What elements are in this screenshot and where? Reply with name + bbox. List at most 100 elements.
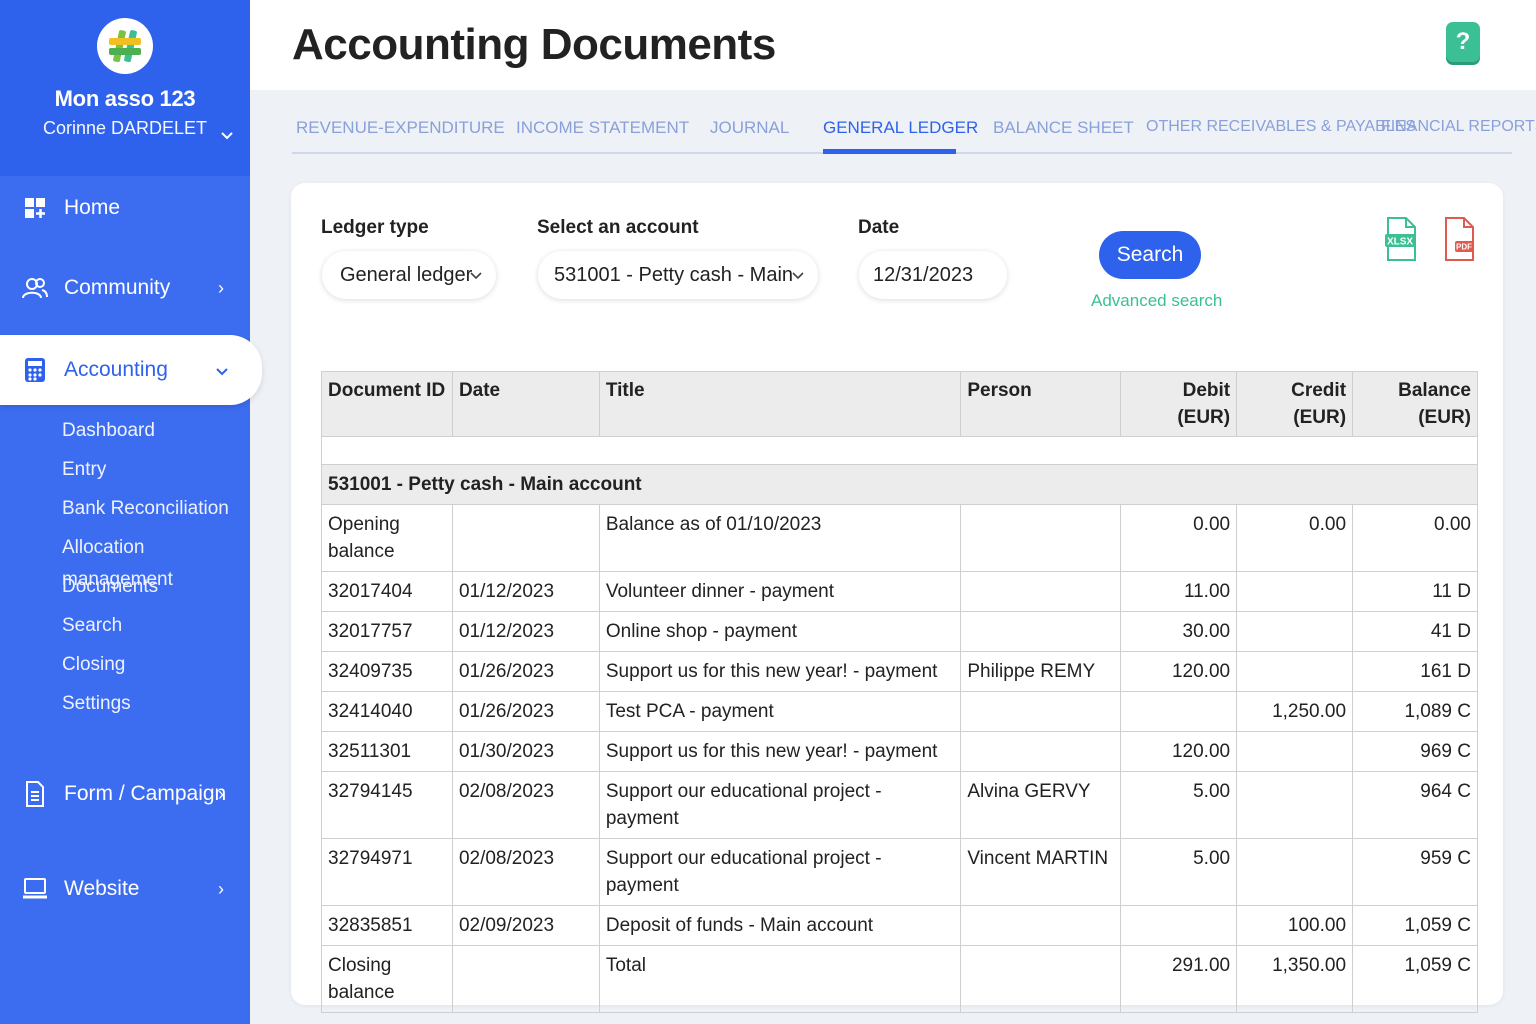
nav-website[interactable]: Website › bbox=[0, 857, 250, 921]
cell-title: Test PCA - payment bbox=[598, 691, 962, 732]
cell-debit: 120.00 bbox=[1120, 731, 1238, 772]
org-name: Mon asso 123 bbox=[54, 86, 196, 111]
cell-person bbox=[960, 611, 1122, 652]
tab-balance-sheet[interactable]: BALANCE SHEET bbox=[993, 118, 1134, 138]
active-tab-indicator bbox=[823, 149, 956, 154]
tab-income-statement[interactable]: INCOME STATEMENT bbox=[516, 118, 689, 138]
date-label: Date bbox=[858, 217, 900, 238]
table-row[interactable]: 32409735 01/26/2023 Support us for this ne… bbox=[321, 651, 1478, 692]
cell-credit bbox=[1236, 651, 1354, 692]
cell-document-id: 32511301 bbox=[321, 731, 453, 772]
cell-person: Philippe REMY bbox=[960, 651, 1122, 692]
chevron-down-icon bbox=[470, 268, 482, 283]
nav-form-campaign[interactable]: Form / Campaign › bbox=[0, 762, 250, 826]
ledger-card: Ledger type General ledger Select an acc… bbox=[291, 183, 1503, 1013]
cell-date: 01/12/2023 bbox=[451, 611, 600, 652]
cell-balance: 964 C bbox=[1352, 771, 1478, 839]
tab-revenue-expenditure[interactable]: REVENUE-EXPENDITURE bbox=[296, 118, 505, 138]
people-icon bbox=[22, 275, 48, 301]
subnav-documents[interactable]: Documents bbox=[62, 571, 250, 610]
tab-general-ledger[interactable]: GENERAL LEDGER bbox=[823, 118, 978, 138]
tab-other-receivables-payables[interactable]: OTHER RECEIVABLES & PAYABLES bbox=[1146, 118, 1416, 136]
subnav-allocation-management[interactable]: Allocation management bbox=[62, 532, 250, 590]
chevron-down-icon[interactable] bbox=[220, 128, 234, 144]
ledger-type-select[interactable]: General ledger bbox=[322, 251, 496, 299]
pdf-text: PDF bbox=[1456, 243, 1472, 252]
cell-credit bbox=[1236, 838, 1354, 906]
nav-website-label: Website bbox=[64, 877, 140, 900]
nav-accounting[interactable]: Accounting bbox=[0, 335, 262, 405]
table-row[interactable]: 32835851 02/09/2023 Deposit of funds - Mai… bbox=[321, 905, 1478, 946]
cell-balance: 41 D bbox=[1352, 611, 1478, 652]
table-row[interactable]: 32017757 01/12/2023 Online shop - payment 3… bbox=[321, 611, 1478, 652]
cell-balance: 1,089 C bbox=[1352, 691, 1478, 732]
table-row[interactable]: Closing balance Total 291.00 1,350.00 1,059 … bbox=[321, 945, 1478, 1013]
subnav-search[interactable]: Search bbox=[62, 610, 250, 649]
cell-credit: 1,250.00 bbox=[1236, 691, 1354, 732]
cell-person bbox=[960, 504, 1122, 572]
cell-document-id: 32794971 bbox=[321, 838, 453, 906]
col-debit[interactable]: Debit (EUR) bbox=[1120, 371, 1238, 437]
table-row[interactable]: 32794145 02/08/2023 Support our educationa… bbox=[321, 771, 1478, 839]
xlsx-export-icon[interactable]: XLSX bbox=[1384, 217, 1418, 261]
account-select[interactable]: 531001 - Petty cash - Main acco bbox=[538, 251, 818, 299]
col-person[interactable]: Person bbox=[960, 371, 1122, 437]
cell-document-id: 32017404 bbox=[321, 571, 453, 612]
calculator-icon bbox=[22, 357, 48, 383]
col-credit[interactable]: Credit (EUR) bbox=[1236, 371, 1354, 437]
subnav-entry[interactable]: Entry bbox=[62, 454, 250, 493]
table-row[interactable]: Opening balance Balance as of 01/10/2023 0… bbox=[321, 504, 1478, 572]
cell-debit: 30.00 bbox=[1120, 611, 1238, 652]
subnav-settings[interactable]: Settings bbox=[62, 688, 250, 727]
table-row[interactable]: 32017404 01/12/2023 Volunteer dinner - pay… bbox=[321, 571, 1478, 612]
cell-balance: 161 D bbox=[1352, 651, 1478, 692]
cell-debit bbox=[1120, 905, 1238, 946]
search-button[interactable]: Search bbox=[1099, 231, 1201, 279]
ledger-type-label: Ledger type bbox=[321, 217, 429, 238]
cell-credit bbox=[1236, 611, 1354, 652]
table-row[interactable]: 32511301 01/30/2023 Support us for this ne… bbox=[321, 731, 1478, 772]
account-group-row: 531001 - Petty cash - Main account bbox=[321, 464, 1478, 505]
cell-title: Support us for this new year! - payment bbox=[598, 651, 962, 692]
cell-title: Balance as of 01/10/2023 bbox=[598, 504, 962, 572]
subnav-bank-reconciliation[interactable]: Bank Reconciliation bbox=[62, 493, 250, 532]
table-row[interactable]: 32414040 01/26/2023 Test PCA - payment 1,25… bbox=[321, 691, 1478, 732]
account-value: 531001 - Petty cash - Main acco bbox=[554, 263, 796, 286]
nav-community-label: Community bbox=[64, 276, 171, 299]
cell-credit bbox=[1236, 731, 1354, 772]
cell-balance: 1,059 C bbox=[1352, 905, 1478, 946]
nav-community[interactable]: Community › bbox=[0, 256, 250, 320]
subnav-dashboard[interactable]: Dashboard bbox=[62, 415, 250, 454]
cell-document-id: 32414040 bbox=[321, 691, 453, 732]
chevron-down-icon bbox=[792, 268, 804, 283]
table-row[interactable]: 32794971 02/08/2023 Support our educationa… bbox=[321, 838, 1478, 906]
spacer-cell bbox=[321, 436, 1478, 465]
cell-balance: 1,059 C bbox=[1352, 945, 1478, 1013]
cell-title: Deposit of funds - Main account bbox=[598, 905, 962, 946]
date-input[interactable]: 12/31/2023 bbox=[859, 251, 1007, 299]
tab-financial-reports[interactable]: FINANCIAL REPORTS bbox=[1381, 118, 1536, 136]
subnav-closing[interactable]: Closing bbox=[62, 649, 250, 688]
advanced-search-link[interactable]: Advanced search bbox=[1091, 291, 1222, 311]
col-balance[interactable]: Balance (EUR) bbox=[1352, 371, 1478, 437]
nav-form-campaign-label: Form / Campaign bbox=[64, 782, 227, 805]
org-switcher[interactable]: Mon asso 123 Corinne DARDELET bbox=[0, 0, 250, 176]
tab-journal[interactable]: JOURNAL bbox=[710, 118, 789, 138]
cell-person bbox=[960, 731, 1122, 772]
cell-date: 01/30/2023 bbox=[451, 731, 600, 772]
help-button[interactable]: ? bbox=[1446, 22, 1480, 62]
dashboard-grid-icon bbox=[22, 195, 48, 221]
org-logo bbox=[97, 18, 153, 74]
page-header: Accounting Documents ? bbox=[250, 0, 1536, 90]
document-tabs: REVENUE-EXPENDITURE INCOME STATEMENT JOU… bbox=[292, 110, 1536, 154]
nav-home-label: Home bbox=[64, 196, 121, 219]
cell-balance: 969 C bbox=[1352, 731, 1478, 772]
nav-home[interactable]: Home bbox=[0, 176, 250, 240]
ledger-type-value: General ledger bbox=[340, 263, 473, 286]
cell-date: 02/09/2023 bbox=[451, 905, 600, 946]
col-document-id[interactable]: Document ID bbox=[321, 371, 453, 437]
col-title[interactable]: Title bbox=[598, 371, 962, 437]
cell-debit bbox=[1120, 691, 1238, 732]
pdf-export-icon[interactable]: PDF bbox=[1442, 217, 1476, 261]
col-date[interactable]: Date bbox=[451, 371, 600, 437]
